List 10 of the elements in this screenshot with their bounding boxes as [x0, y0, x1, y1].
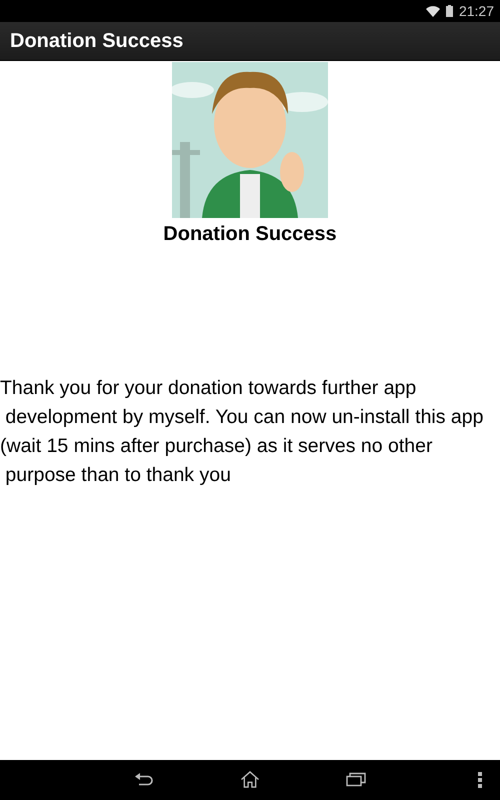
- wifi-icon: [426, 6, 440, 16]
- heading: Donation Success: [163, 223, 337, 246]
- back-icon[interactable]: [134, 771, 154, 788]
- battery-icon: [446, 5, 453, 17]
- action-bar-title: Donation Success: [10, 30, 184, 52]
- home-icon[interactable]: [240, 771, 260, 788]
- recent-apps-icon[interactable]: [346, 771, 366, 788]
- status-time: 21:27: [458, 3, 494, 19]
- message-text: Thank you for your donation towards further app development by myself. You can now un-install this app (wait 15 mins after purchase) as it serves no other purpose than to thank you: [0, 376, 484, 488]
- menu-icon[interactable]: [478, 772, 482, 788]
